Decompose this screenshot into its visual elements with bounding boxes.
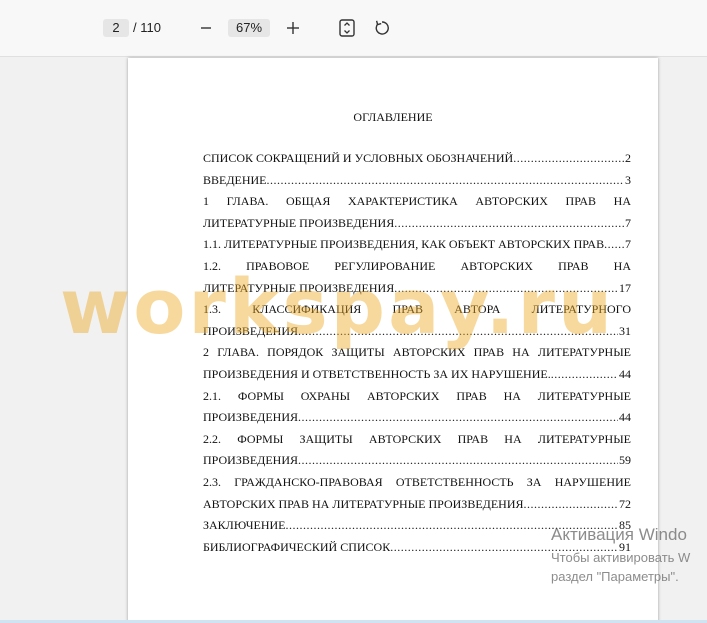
toc-entry-text: СПИСОК СОКРАЩЕНИЙ И УСЛОВНЫХ ОБОЗНАЧЕНИЙ: [203, 151, 514, 165]
toc-entry-text: 1.1. ЛИТЕРАТУРНЫЕ ПРОИЗВЕДЕНИЯ, КАК ОБЪЕ…: [203, 237, 605, 252]
pdf-toolbar: 2 / 110 67%: [0, 0, 707, 57]
toc-entry-text: 1 ГЛАВА. ОБЩАЯ ХАРАКТЕРИСТИКА АВТОРСКИХ …: [203, 194, 631, 209]
toc-entry-line: БИБЛИОГРАФИЧЕСКИЙ СПИСОК 91: [203, 537, 631, 559]
toc-entry[interactable]: СПИСОК СОКРАЩЕНИЙ И УСЛОВНЫХ ОБОЗНАЧЕНИЙ…: [203, 148, 631, 170]
toc-entry-text: ЛИТЕРАТУРНЫЕ ПРОИЗВЕДЕНИЯ: [203, 215, 395, 230]
toc-page-number: 85: [619, 518, 631, 533]
toc-page-number: 3: [625, 172, 631, 187]
toc-entry-text: БИБЛИОГРАФИЧЕСКИЙ СПИСОК: [203, 539, 391, 554]
toc-entry[interactable]: 2 ГЛАВА. ПОРЯДОК ЗАЩИТЫ АВТОРСКИХ ПРАВ Н…: [203, 342, 631, 385]
toc-entry[interactable]: 1.3. КЛАССИФИКАЦИЯ ПРАВ АВТОРА ЛИТЕРАТУР…: [203, 299, 631, 342]
toc-page-number: 59: [619, 453, 631, 468]
rotate-button[interactable]: [372, 18, 392, 38]
rotate-icon: [375, 20, 389, 35]
plus-icon: [287, 22, 299, 34]
toc-entry[interactable]: БИБЛИОГРАФИЧЕСКИЙ СПИСОК 91: [203, 537, 631, 559]
document-page: ОГЛАВЛЕНИЕ СПИСОК СОКРАЩЕНИЙ И УСЛОВНЫХ …: [128, 58, 658, 623]
toc-page-number: 2: [625, 151, 631, 165]
toc-entry-text: ПРОИЗВЕДЕНИЯ И ОТВЕТСТВЕННОСТЬ ЗА ИХ НАР…: [203, 366, 551, 381]
toc-entry-text: ПРОИЗВЕДЕНИЯ: [203, 453, 299, 468]
toc-entry-text: 2 ГЛАВА. ПОРЯДОК ЗАЩИТЫ АВТОРСКИХ ПРАВ Н…: [203, 345, 631, 360]
zoom-level[interactable]: 67%: [228, 19, 270, 37]
fit-page-button[interactable]: [337, 18, 357, 38]
toc-entry-line: ПРОИЗВЕДЕНИЯ 44: [203, 407, 631, 429]
toc-leader-dots: [390, 537, 618, 559]
toc-leader-dots: [524, 494, 618, 516]
toc-entry-line: СПИСОК СОКРАЩЕНИЙ И УСЛОВНЫХ ОБОЗНАЧЕНИЙ…: [203, 148, 631, 170]
toc-leader-dots: [394, 213, 624, 235]
toc-entry-line: АВТОРСКИХ ПРАВ НА ЛИТЕРАТУРНЫЕ ПРОИЗВЕДЕ…: [203, 494, 631, 516]
toc-leader-dots: [286, 515, 619, 537]
toc-entry-line: ЛИТЕРАТУРНЫЕ ПРОИЗВЕДЕНИЯ 17: [203, 278, 631, 300]
toc-page-number: 44: [619, 410, 631, 425]
toc-leader-dots: [551, 364, 618, 386]
toc-entry[interactable]: 2.2. ФОРМЫ ЗАЩИТЫ АВТОРСКИХ ПРАВ НА ЛИТЕ…: [203, 429, 631, 472]
toc-entry[interactable]: 2.1. ФОРМЫ ОХРАНЫ АВТОРСКИХ ПРАВ НА ЛИТЕ…: [203, 386, 631, 429]
fit-page-icon: [339, 19, 355, 37]
toc-leader-dots: [604, 234, 624, 256]
toc-leader-dots: [394, 278, 618, 300]
toc-entry-text: 1.3. КЛАССИФИКАЦИЯ ПРАВ АВТОРА ЛИТЕРАТУР…: [203, 302, 631, 317]
table-of-contents: СПИСОК СОКРАЩЕНИЙ И УСЛОВНЫХ ОБОЗНАЧЕНИЙ…: [203, 148, 631, 558]
toc-entry-text: ЛИТЕРАТУРНЫЕ ПРОИЗВЕДЕНИЯ: [203, 280, 395, 295]
toc-page-number: 72: [619, 496, 631, 511]
toc-leader-dots: [513, 148, 624, 170]
toc-leader-dots: [267, 170, 624, 192]
page-total: / 110: [133, 20, 161, 35]
toc-entry-line: ПРОИЗВЕДЕНИЯ 31: [203, 321, 631, 343]
zoom-in-button[interactable]: [283, 17, 303, 39]
toc-page-number: 91: [619, 539, 631, 554]
toc-entry-text: ЗАКЛЮЧЕНИЕ: [203, 518, 286, 533]
toc-entry[interactable]: ВВЕДЕНИЕ 3: [203, 170, 631, 192]
toc-entry-text: 2.2. ФОРМЫ ЗАЩИТЫ АВТОРСКИХ ПРАВ НА ЛИТЕ…: [203, 431, 631, 446]
minus-icon: [201, 27, 211, 29]
toc-entry-line: ВВЕДЕНИЕ 3: [203, 170, 631, 192]
toc-entry-line: ЗАКЛЮЧЕНИЕ 85: [203, 515, 631, 537]
toc-page-number: 31: [619, 323, 631, 338]
toc-entry-text: ПРОИЗВЕДЕНИЯ: [203, 323, 299, 338]
toc-entry-text: ВВЕДЕНИЕ: [203, 172, 267, 187]
toc-entry[interactable]: 1.2. ПРАВОВОЕ РЕГУЛИРОВАНИЕ АВТОРСКИХ ПР…: [203, 256, 631, 299]
toc-leader-dots: [298, 407, 618, 429]
toc-entry-text: АВТОРСКИХ ПРАВ НА ЛИТЕРАТУРНЫЕ ПРОИЗВЕДЕ…: [203, 496, 524, 511]
toc-page-number: 7: [625, 237, 631, 252]
toc-entry-line: ПРОИЗВЕДЕНИЯ И ОТВЕТСТВЕННОСТЬ ЗА ИХ НАР…: [203, 364, 631, 386]
toc-leader-dots: [298, 450, 618, 472]
toc-entry[interactable]: 1.1. ЛИТЕРАТУРНЫЕ ПРОИЗВЕДЕНИЯ, КАК ОБЪЕ…: [203, 234, 631, 256]
toc-entry-line: ПРОИЗВЕДЕНИЯ 59: [203, 450, 631, 472]
toc-entry[interactable]: ЗАКЛЮЧЕНИЕ 85: [203, 515, 631, 537]
toc-entry-text: 2.1. ФОРМЫ ОХРАНЫ АВТОРСКИХ ПРАВ НА ЛИТЕ…: [203, 388, 631, 403]
toc-entry-text: 2.3. ГРАЖДАНСКО-ПРАВОВАЯ ОТВЕТСТВЕННОСТЬ…: [203, 474, 631, 489]
page-number-input[interactable]: 2: [103, 19, 129, 37]
zoom-out-button[interactable]: [196, 17, 216, 39]
toc-entry[interactable]: 1 ГЛАВА. ОБЩАЯ ХАРАКТЕРИСТИКА АВТОРСКИХ …: [203, 191, 631, 234]
toc-entry-text: 1.2. ПРАВОВОЕ РЕГУЛИРОВАНИЕ АВТОРСКИХ ПР…: [203, 258, 631, 273]
toc-entry-line: ЛИТЕРАТУРНЫЕ ПРОИЗВЕДЕНИЯ 7: [203, 213, 631, 235]
toc-entry-line: 1.1. ЛИТЕРАТУРНЫЕ ПРОИЗВЕДЕНИЯ, КАК ОБЪЕ…: [203, 234, 631, 256]
toc-entry-text: ПРОИЗВЕДЕНИЯ: [203, 410, 299, 425]
toc-entry[interactable]: 2.3. ГРАЖДАНСКО-ПРАВОВАЯ ОТВЕТСТВЕННОСТЬ…: [203, 472, 631, 515]
toc-page-number: 17: [619, 280, 631, 295]
toc-title: ОГЛАВЛЕНИЕ: [353, 110, 433, 124]
toc-page-number: 7: [625, 215, 631, 230]
toc-leader-dots: [298, 321, 618, 343]
toc-page-number: 44: [619, 366, 631, 381]
